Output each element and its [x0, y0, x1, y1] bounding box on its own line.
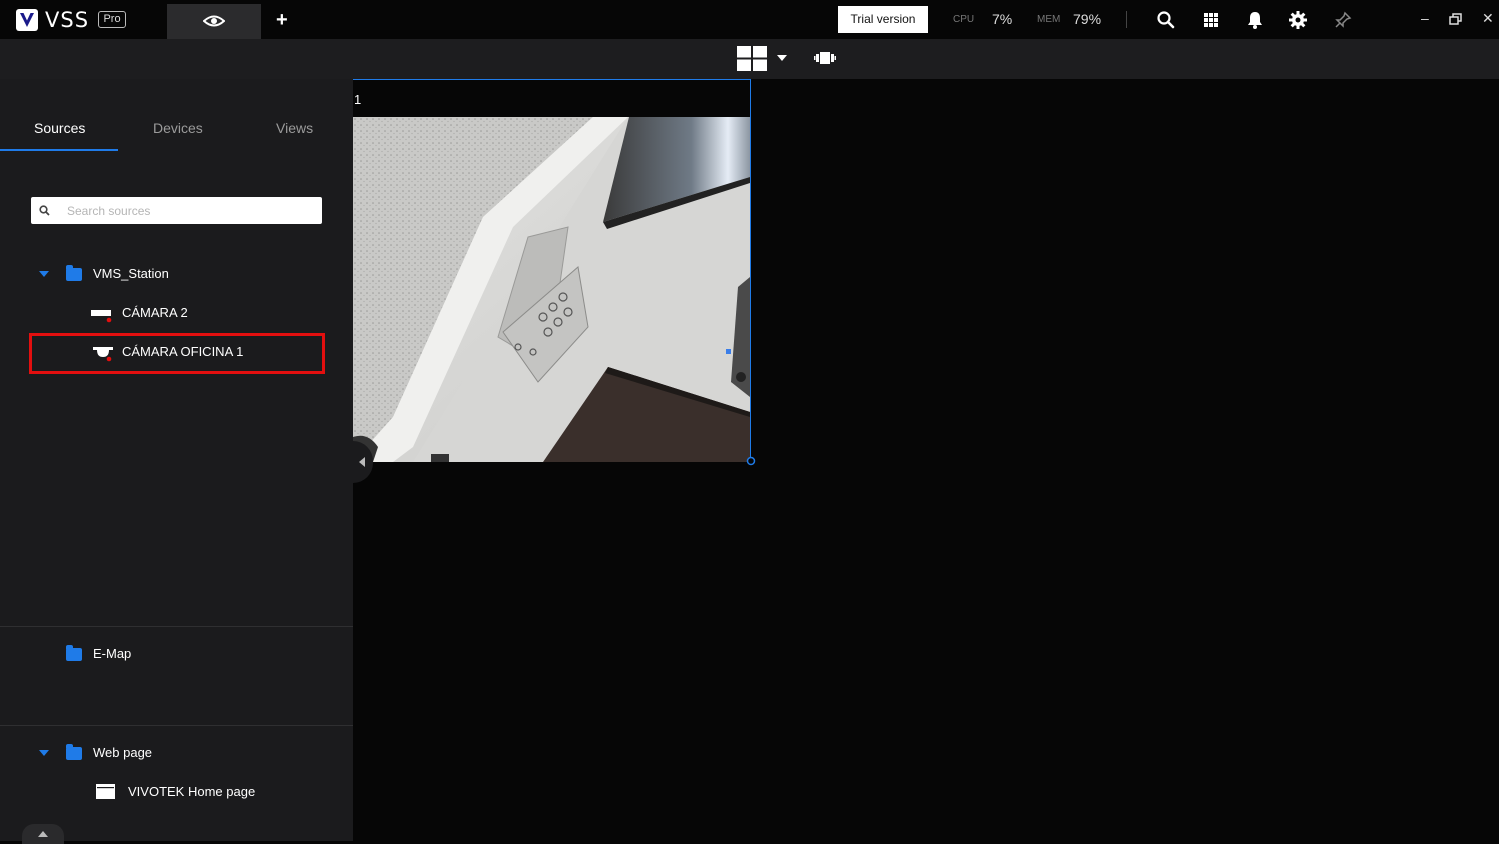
cpu-value: 7% — [992, 11, 1013, 27]
expand-caret-icon[interactable] — [39, 750, 49, 756]
header-divider — [1126, 11, 1127, 28]
tree-item-vivotek-home-page[interactable]: VIVOTEK Home page — [128, 784, 255, 799]
folder-icon — [66, 744, 82, 760]
close-icon: ✕ — [1482, 10, 1494, 26]
layout-toolbar — [0, 39, 1499, 79]
tab-sources[interactable]: Sources — [34, 120, 85, 136]
tree-item-web-page[interactable]: Web page — [93, 745, 152, 760]
search-icon[interactable] — [1156, 10, 1176, 30]
active-tab-indicator — [0, 149, 118, 151]
sidebar: Sources Devices Views VMS_Station CÁMARA… — [0, 79, 353, 844]
edition-badge: Pro — [98, 11, 126, 28]
dropdown-arrow-icon[interactable] — [777, 55, 787, 62]
folder-icon — [66, 645, 82, 661]
search-sources-input[interactable] — [67, 197, 317, 224]
folder-icon — [66, 265, 82, 281]
search-icon — [39, 205, 50, 216]
webpage-icon — [96, 784, 115, 799]
mem-label: MEM — [1037, 14, 1061, 25]
chevron-left-icon — [359, 457, 365, 467]
app-logo-text: VSS — [45, 8, 90, 32]
title-bar: VSS Pro + Trial version CPU 7% MEM 79% –… — [0, 0, 1499, 39]
minimize-icon: – — [1421, 10, 1429, 26]
tab-devices[interactable]: Devices — [153, 120, 203, 136]
view-cell[interactable]: 1 — [353, 79, 751, 462]
expand-panel-button[interactable] — [22, 824, 64, 844]
add-tab-button[interactable]: + — [276, 9, 288, 32]
vivotek-logo-icon — [16, 9, 38, 31]
layout-grid-icon[interactable] — [737, 46, 767, 71]
cell-number: 1 — [354, 92, 362, 107]
mem-value: 79% — [1073, 11, 1102, 27]
close-button[interactable]: ✕ — [1482, 10, 1494, 27]
cpu-label: CPU — [953, 14, 975, 25]
restore-icon[interactable] — [1449, 13, 1462, 26]
chevron-up-icon — [38, 831, 48, 837]
apps-grid-icon[interactable] — [1201, 10, 1221, 30]
tree-item-emap[interactable]: E-Map — [93, 646, 131, 661]
pin-icon[interactable] — [1333, 10, 1353, 30]
plus-icon: + — [276, 9, 288, 31]
search-box — [31, 197, 322, 224]
tree-item-camara-2[interactable]: CÁMARA 2 — [122, 305, 188, 320]
minimize-button[interactable]: – — [1421, 10, 1429, 26]
dome-camera-icon — [93, 345, 115, 362]
tab-views[interactable]: Views — [276, 120, 313, 136]
tab-liveview[interactable] — [167, 4, 261, 39]
tree-item-vms-station[interactable]: VMS_Station — [93, 266, 169, 281]
resize-handle-icon[interactable] — [746, 456, 756, 466]
gear-icon[interactable] — [1288, 10, 1308, 30]
sequence-icon[interactable] — [814, 51, 836, 65]
bullet-camera-icon — [91, 307, 113, 323]
eye-icon — [203, 15, 225, 27]
live-view-area: 1 — [353, 79, 1499, 841]
tree-item-camara-oficina-1[interactable]: CÁMARA OFICINA 1 — [122, 344, 243, 359]
section-divider — [0, 725, 353, 726]
bell-icon[interactable] — [1245, 10, 1265, 30]
trial-version-button[interactable]: Trial version — [838, 6, 928, 33]
camera-video-feed[interactable] — [353, 117, 750, 462]
section-divider — [0, 626, 353, 627]
expand-caret-icon[interactable] — [39, 271, 49, 277]
